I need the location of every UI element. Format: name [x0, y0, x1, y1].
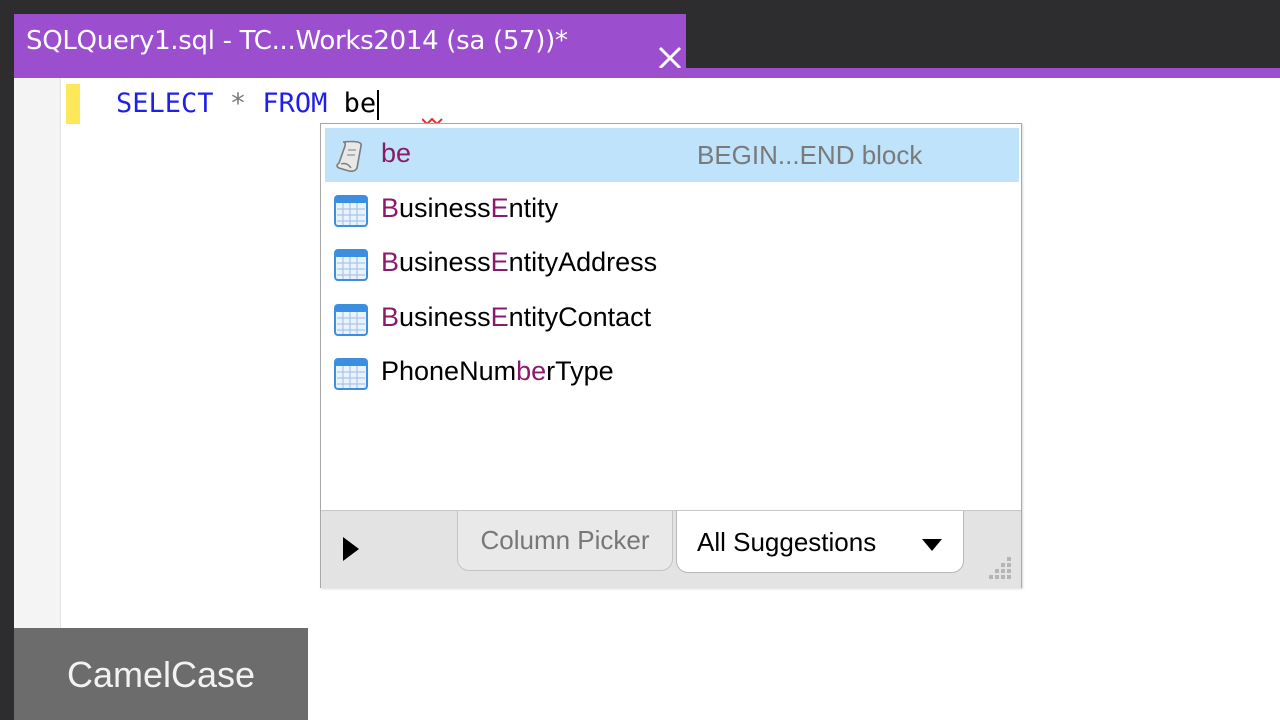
- chevron-down-icon: [921, 537, 943, 556]
- expand-arrow-icon[interactable]: [335, 531, 365, 567]
- tab-title: SQLQuery1.sql - TC...Works2014 (sa (57))…: [26, 26, 568, 56]
- completion-item-description: BEGIN...END block: [697, 140, 923, 170]
- completion-item-label: BusinessEntityContact: [381, 301, 652, 332]
- snippet-icon: [333, 138, 369, 174]
- text-caret: [377, 89, 380, 120]
- table-icon: [333, 247, 369, 283]
- completion-item-label: be: [381, 138, 412, 168]
- completion-item[interactable]: be BEGIN...END block: [325, 128, 1019, 182]
- table-icon: [333, 193, 369, 229]
- table-icon: [333, 356, 369, 392]
- tab-strip: SQLQuery1.sql - TC...Works2014 (sa (57))…: [0, 0, 1280, 70]
- completion-item[interactable]: PhoneNumberType: [325, 346, 1019, 400]
- completion-item[interactable]: BusinessEntityContact: [325, 292, 1019, 346]
- completion-item[interactable]: BusinessEntity: [325, 183, 1019, 237]
- completion-toolbar: Column Picker All Suggestions: [321, 510, 1021, 588]
- star-operator: *: [229, 88, 247, 119]
- all-suggestions-dropdown[interactable]: All Suggestions: [676, 511, 964, 573]
- change-marker: [66, 84, 80, 124]
- completion-item-label: BusinessEntity: [381, 192, 559, 223]
- code-line[interactable]: SELECT * FROM be: [116, 84, 380, 124]
- completion-item-label: PhoneNumberType: [381, 356, 614, 386]
- completion-item-label: BusinessEntityAddress: [381, 247, 658, 277]
- all-suggestions-label: All Suggestions: [697, 527, 877, 557]
- caption-text: CamelCase: [66, 654, 256, 695]
- tab-accent-bar: [14, 68, 1280, 78]
- completion-popup: be BEGIN...END block BusinessEntity Busines…: [320, 123, 1022, 588]
- document-tab[interactable]: SQLQuery1.sql - TC...Works2014 (sa (57))…: [14, 14, 686, 70]
- editor-gutter: [14, 78, 61, 720]
- column-picker-tab[interactable]: Column Picker: [457, 511, 673, 571]
- column-picker-label: Column Picker: [480, 525, 650, 555]
- table-icon: [333, 302, 369, 338]
- resize-grip-icon[interactable]: [985, 551, 1015, 581]
- keyword-select: SELECT: [116, 88, 214, 119]
- caption-box: CamelCase: [14, 628, 308, 720]
- keyword-from: FROM: [262, 88, 328, 119]
- typed-text: be: [343, 88, 377, 119]
- completion-item[interactable]: BusinessEntityAddress: [325, 237, 1019, 291]
